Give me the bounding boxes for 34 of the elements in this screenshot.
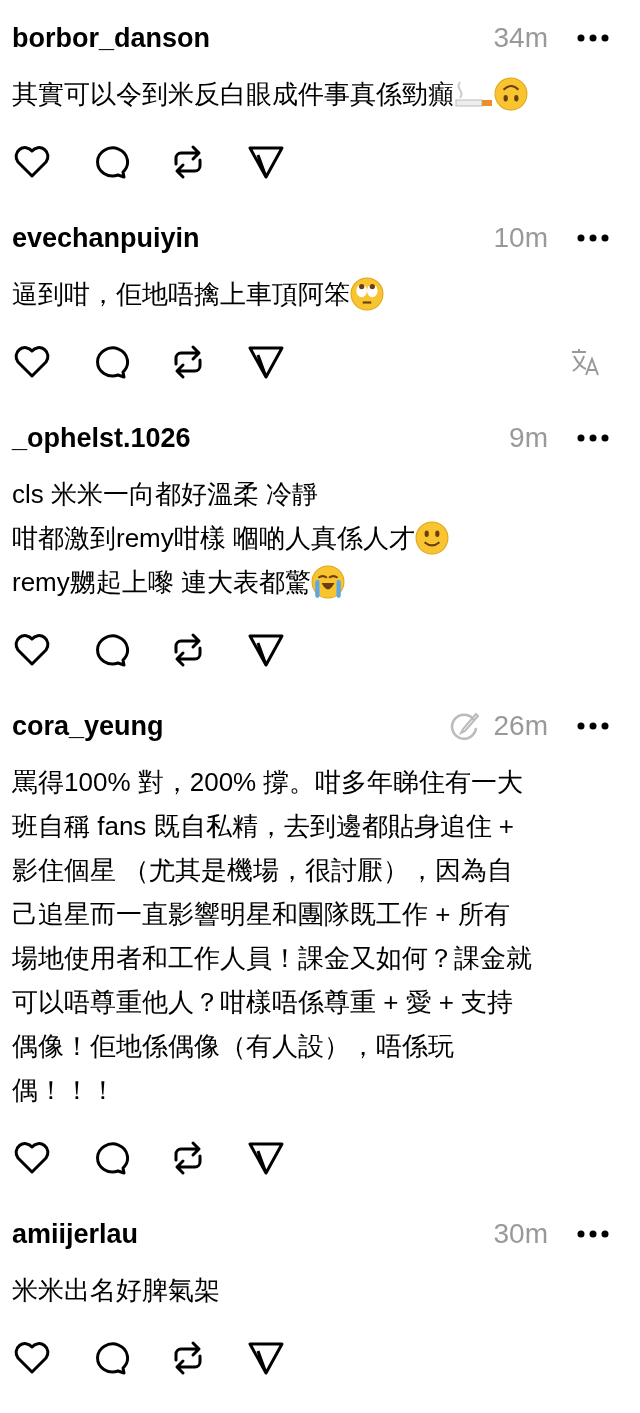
- username[interactable]: cora_yeung: [12, 710, 448, 742]
- comment-text: 己追星而一直影響明星和團隊既工作 + 所有: [12, 897, 510, 931]
- comment-text: remy嬲起上嚟 連大表都驚: [12, 565, 311, 599]
- comment-text: 偶！！！: [12, 1073, 116, 1107]
- more-icon[interactable]: [576, 433, 610, 443]
- smiley-icon: [415, 521, 449, 555]
- timestamp: 30m: [493, 1218, 548, 1250]
- comment-text: cls 米米一向都好溫柔 冷靜: [12, 477, 319, 511]
- comment-text: 逼到咁，佢地唔擒上車頂阿笨: [12, 277, 350, 311]
- comment-text: 可以唔尊重他人？咁樣唔係尊重 + 愛 + 支持: [12, 985, 514, 1019]
- more-icon[interactable]: [576, 721, 610, 731]
- username[interactable]: evechanpuiyin: [12, 222, 494, 254]
- comment-text: 偶像！佢地係偶像（有人設），唔係玩: [12, 1029, 454, 1063]
- username[interactable]: borbor_danson: [12, 22, 494, 54]
- comment-text: 影住個星 （尤其是機場，很討厭），因為自: [12, 853, 514, 887]
- more-icon[interactable]: [576, 233, 610, 243]
- timestamp: 26m: [493, 710, 548, 742]
- comment-text: 其實可以令到米反白眼成件事真係勁癲: [12, 77, 454, 111]
- eye-roll-face-icon: [350, 277, 384, 311]
- crying-face-icon: [311, 565, 345, 599]
- more-icon[interactable]: [576, 33, 610, 43]
- translate-icon[interactable]: [570, 347, 600, 377]
- upside-down-face-icon: [494, 77, 528, 111]
- comment-text: 場地使用者和工作人員！課金又如何？課金就: [12, 941, 532, 975]
- username[interactable]: _ophelst.1026: [12, 422, 510, 454]
- timestamp: 10m: [493, 222, 548, 254]
- comment-text: 罵得100% 對，200% 撐。咁多年睇住有一大: [12, 765, 524, 799]
- timestamp: 34m: [493, 22, 548, 54]
- comment-text: 米米出名好脾氣架: [12, 1273, 220, 1307]
- username[interactable]: amiijerlau: [12, 1218, 494, 1250]
- timestamp: 9m: [509, 422, 548, 454]
- comment-text: 班自稱 fans 既自私精，去到邊都貼身追住 +: [12, 809, 514, 843]
- more-icon[interactable]: [576, 1229, 610, 1239]
- comment-text: 咁都激到remy咁樣 嗰啲人真係人才: [12, 521, 415, 555]
